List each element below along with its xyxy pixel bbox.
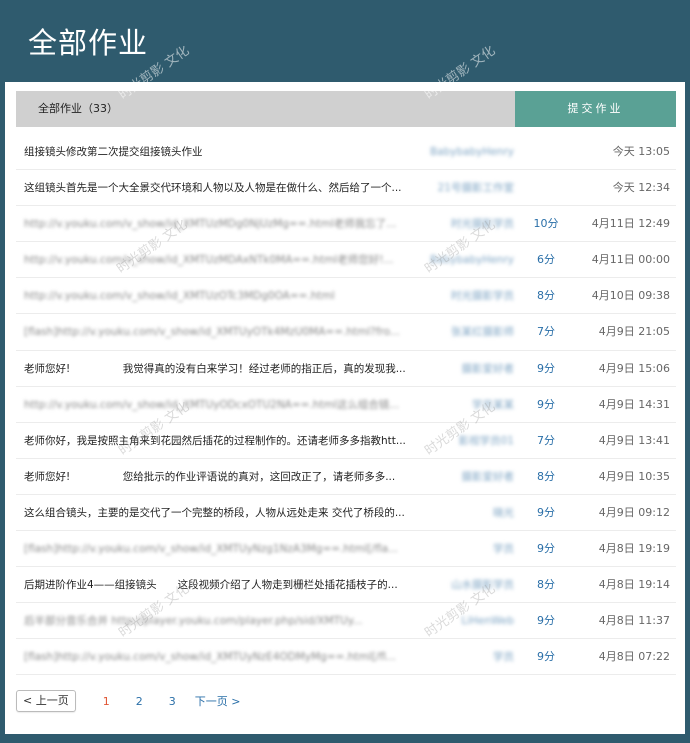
table-row[interactable]: [flash]http://v.youku.com/v_show/id_XMTU… xyxy=(16,531,676,568)
tab-bar: 全部作业（33） 提交作业 xyxy=(16,91,676,127)
author-link[interactable]: 时光摄影学员 xyxy=(414,206,514,242)
homework-title-link[interactable]: 这么组合镜头，主要的是交代了一个完整的桥段，人物从远处走来 交代了桥段的... xyxy=(24,495,414,531)
page-2-link[interactable]: 2 xyxy=(123,695,156,708)
tab-all-homework[interactable]: 全部作业（33） xyxy=(16,91,515,127)
author-link[interactable]: 21号摄影工作室 xyxy=(414,170,514,206)
homework-list: 组接镜头修改第二次提交组接镜头作业 BabybabyHenry 今天 13:05 这组… xyxy=(16,134,676,676)
homework-title-link[interactable]: http://v.youku.com/v_show/id_XMTUyODcxOT… xyxy=(24,387,414,423)
author-link[interactable]: 摄影爱好者 xyxy=(414,351,515,387)
timestamp: 4月9日 14:31 xyxy=(598,397,670,411)
table-row[interactable]: [flash]http://v.youku.com/v_show/id_XMTU… xyxy=(16,639,676,676)
table-row[interactable]: 后半部分音乐合并 http://player.youku.com/player.… xyxy=(16,603,676,640)
timestamp: 4月9日 21:05 xyxy=(598,325,670,339)
author-link[interactable]: BabybabyHenry xyxy=(414,242,514,278)
table-row[interactable]: 这么组合镜头，主要的是交代了一个完整的桥段，人物从远处走来 交代了桥段的... 晓… xyxy=(16,495,676,532)
table-row[interactable]: 组接镜头修改第二次提交组接镜头作业 BabybabyHenry 今天 13:05 xyxy=(16,134,676,171)
author-link[interactable]: 山水摄影学员 xyxy=(414,567,514,603)
timestamp: 4月9日 09:12 xyxy=(598,505,670,519)
timestamp: 4月10日 09:38 xyxy=(591,289,670,303)
homework-title-link[interactable]: [flash]http://v.youku.com/v_show/id_XMTU… xyxy=(24,531,414,567)
timestamp: 4月8日 11:37 xyxy=(598,614,670,628)
author-link[interactable]: BabybabyHenry xyxy=(414,134,514,170)
homework-title-link[interactable]: 老师你好，我是按照主角来到花园然后插花的过程制作的。还请老师多多指教htt... xyxy=(24,423,414,459)
author-link[interactable]: 张某红摄影师 xyxy=(414,314,514,350)
table-row[interactable]: 老师您好! 我觉得真的没有白来学习！经过老师的指正后，真的发现我... 摄影爱好者… xyxy=(16,351,676,387)
timestamp: 4月11日 00:00 xyxy=(591,253,670,267)
author-link[interactable]: 时光摄影学员 xyxy=(414,278,514,314)
author-link[interactable]: 学员 xyxy=(414,639,514,675)
pagination: < 上一页 1 2 3 下一页 > xyxy=(16,689,240,713)
author-link[interactable]: 学员 xyxy=(414,531,514,567)
table-row[interactable]: 老师您好! 您给批示的作业评语说的真对，这回改正了，请老师多多... 摄影爱好者 8… xyxy=(16,459,676,495)
page-3-link[interactable]: 3 xyxy=(156,695,189,708)
author-link[interactable]: 晓光 xyxy=(414,495,514,531)
page-title: 全部作业 xyxy=(28,26,149,60)
homework-title-link[interactable]: 老师您好! 我觉得真的没有白来学习！经过老师的指正后，真的发现我... xyxy=(24,351,414,387)
timestamp: 今天 12:34 xyxy=(612,181,670,195)
homework-title-link[interactable]: http://v.youku.com/v_show/id_XMTUzMDAxNT… xyxy=(24,242,414,278)
homework-panel: 全部作业（33） 提交作业 组接镜头修改第二次提交组接镜头作业 BabybabyH… xyxy=(5,82,685,734)
timestamp: 4月8日 19:19 xyxy=(598,542,670,556)
table-row[interactable]: [flash]http://v.youku.com/v_show/id_XMTU… xyxy=(16,314,676,351)
next-page-link[interactable]: 下一页 > xyxy=(195,693,241,709)
homework-title-link[interactable]: 组接镜头修改第二次提交组接镜头作业 xyxy=(24,134,414,170)
submit-homework-button[interactable]: 提交作业 xyxy=(515,91,676,127)
timestamp: 4月11日 12:49 xyxy=(591,217,670,231)
homework-title-link[interactable]: 后半部分音乐合并 http://player.youku.com/player.… xyxy=(24,603,414,639)
timestamp: 4月9日 15:06 xyxy=(598,361,670,375)
table-row[interactable]: http://v.youku.com/v_show/id_XMTUzMDg0Nj… xyxy=(16,206,676,243)
homework-title-link[interactable]: 这组镜头首先是一个大全景交代环境和人物以及人物是在做什么、然后给了一个... xyxy=(24,170,414,206)
table-row[interactable]: 这组镜头首先是一个大全景交代环境和人物以及人物是在做什么、然后给了一个... 21… xyxy=(16,170,676,207)
homework-title-link[interactable]: 后期进阶作业4——组接镜头 这段视频介绍了人物走到栅栏处插花插枝子的... xyxy=(24,567,414,603)
timestamp: 今天 13:05 xyxy=(612,145,670,158)
table-row[interactable]: http://v.youku.com/v_show/id_XMTUyODcxOT… xyxy=(16,387,676,423)
table-row[interactable]: http://v.youku.com/v_show/id_XMTUzMDAxNT… xyxy=(16,242,676,279)
author-link[interactable]: 学员某某 xyxy=(414,387,514,423)
timestamp: 4月9日 10:35 xyxy=(598,469,670,483)
table-row[interactable]: http://v.youku.com/v_show/id_XMTUzOTc3MD… xyxy=(16,278,676,315)
author-link[interactable]: LiHenWeb xyxy=(414,603,514,639)
table-row[interactable]: 后期进阶作业4——组接镜头 这段视频介绍了人物走到栅栏处插花插枝子的... 山水摄… xyxy=(16,567,676,604)
homework-title-link[interactable]: [flash]http://v.youku.com/v_show/id_XMTU… xyxy=(24,314,414,350)
timestamp: 4月9日 13:41 xyxy=(598,433,670,447)
homework-title-link[interactable]: [flash]http://v.youku.com/v_show/id_XMTU… xyxy=(24,639,414,675)
homework-title-link[interactable]: 老师您好! 您给批示的作业评语说的真对，这回改正了，请老师多多... xyxy=(24,459,414,495)
homework-title-link[interactable]: http://v.youku.com/v_show/id_XMTUzMDg0Nj… xyxy=(24,206,414,242)
page-1-link[interactable]: 1 xyxy=(90,695,123,708)
timestamp: 4月8日 19:14 xyxy=(598,578,670,592)
prev-page-button[interactable]: < 上一页 xyxy=(16,690,76,712)
timestamp: 4月8日 07:22 xyxy=(598,650,670,664)
author-link[interactable]: 摄影爱好者 xyxy=(414,459,515,495)
author-link[interactable]: 影视学员01 xyxy=(414,423,514,459)
homework-title-link[interactable]: http://v.youku.com/v_show/id_XMTUzOTc3MD… xyxy=(24,278,414,314)
table-row[interactable]: 老师你好，我是按照主角来到花园然后插花的过程制作的。还请老师多多指教htt...… xyxy=(16,423,676,459)
